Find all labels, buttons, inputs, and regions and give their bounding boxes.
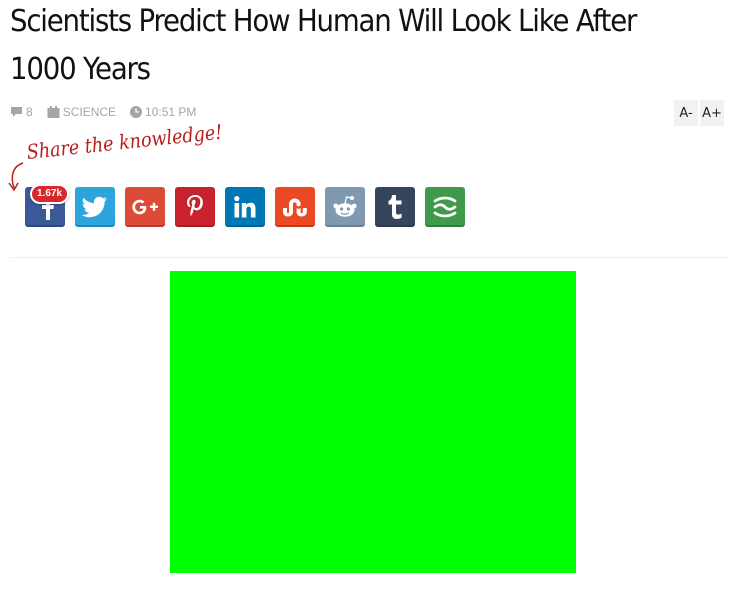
google-plus-share-button[interactable]: [125, 187, 165, 227]
twitter-share-button[interactable]: [75, 187, 115, 227]
article-title: Scientists Predict How Human Will Look L…: [10, 4, 637, 87]
calendar-icon: [47, 106, 60, 118]
article-meta: 8 SCIENCE 10:51 PM: [10, 104, 210, 120]
linkedin-share-button[interactable]: [225, 187, 265, 227]
pinterest-icon: [187, 195, 203, 216]
category-link[interactable]: SCIENCE: [47, 105, 116, 119]
clock-icon: [130, 106, 143, 118]
share-tagline: Share the knowledge!: [25, 119, 224, 164]
tumblr-share-button[interactable]: [375, 187, 415, 227]
share-count-badge: 1.67k: [30, 184, 70, 204]
share-buttons: 1.67k: [25, 184, 475, 227]
comment-icon: [11, 107, 22, 117]
facebook-share-button[interactable]: 1.67k: [25, 184, 70, 227]
reddit-share-button[interactable]: [325, 187, 365, 227]
post-time-text: 10:51 PM: [145, 105, 197, 119]
tumblr-icon: [388, 195, 402, 219]
more-share-icon: [433, 196, 457, 218]
featured-image: [170, 271, 576, 573]
comments-link[interactable]: 8: [10, 105, 33, 119]
twitter-icon: [82, 196, 107, 218]
post-time: 10:51 PM: [130, 105, 196, 119]
comment-count: 8: [26, 105, 33, 119]
font-increase-button[interactable]: A+: [700, 100, 724, 126]
stumbleupon-icon: [283, 198, 307, 217]
pinterest-share-button[interactable]: [175, 187, 215, 227]
linkedin-icon: [234, 196, 256, 218]
reddit-icon: [333, 196, 357, 217]
google-plus-icon: [132, 199, 158, 215]
more-share-button[interactable]: [425, 187, 465, 227]
section-divider: [10, 257, 730, 258]
stumbleupon-share-button[interactable]: [275, 187, 315, 227]
font-decrease-button[interactable]: A-: [674, 100, 698, 126]
article-category: SCIENCE: [62, 105, 117, 119]
